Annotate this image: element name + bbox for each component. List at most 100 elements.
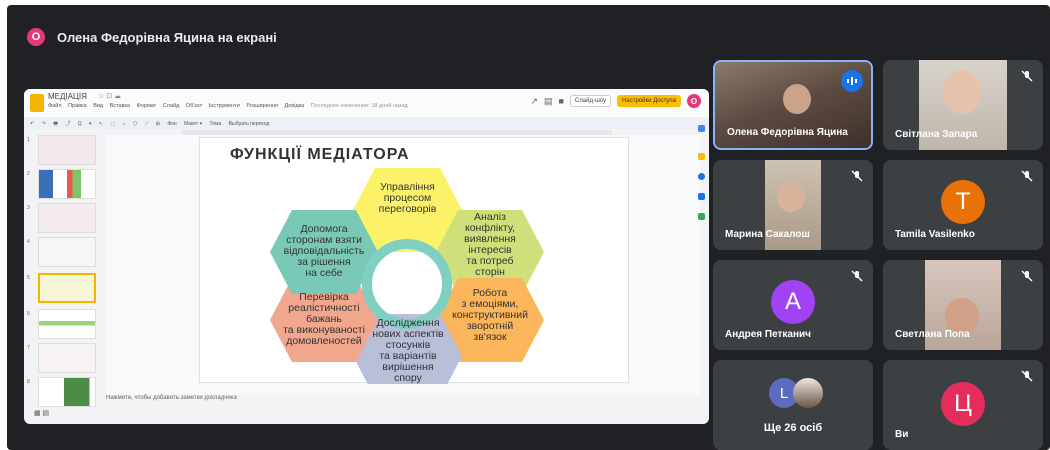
participant-tile-speaking[interactable]: Олена Федорівна Яцина xyxy=(713,60,873,150)
menu-item-view[interactable]: Вид xyxy=(93,103,103,109)
share-access-button[interactable]: Настройки Доступа xyxy=(617,95,681,107)
grid-view-icon[interactable]: ▦ ▤ xyxy=(34,409,49,417)
slide-thumbnail[interactable] xyxy=(38,343,96,373)
slides-toolbar: ↶ ↷ 🖶 ⤴ Q ▾ ↖ ⬚ ⌂ ⬡ ⟋ ⊞ Фон Макет ▾ Тема… xyxy=(24,117,709,129)
layout-button[interactable]: Макет ▾ xyxy=(184,121,202,127)
account-avatar[interactable]: О xyxy=(687,94,701,108)
speaker-notes[interactable]: Нажмите, чтобы добавить заметки докладчи… xyxy=(106,395,237,401)
mic-off-icon xyxy=(851,170,863,182)
textbox-icon[interactable]: ⬚ xyxy=(111,121,116,127)
slide-canvas: ФУНКЦІЇ МЕДІАТОРА Управління процесом пере… xyxy=(106,135,700,395)
current-slide[interactable]: ФУНКЦІЇ МЕДІАТОРА Управління процесом пере… xyxy=(199,137,629,384)
zoom-icon[interactable]: Q xyxy=(78,121,82,127)
last-edit-status[interactable]: Последнее изменение: 18 дней назад xyxy=(311,103,408,109)
zoom-dropdown-icon[interactable]: ▾ xyxy=(89,121,92,127)
meet-window: О Олена Федорівна Яцина на екрані МЕДІАЦ… xyxy=(7,5,1050,450)
slides-logo-icon[interactable] xyxy=(30,94,44,112)
document-title[interactable]: МЕДІАЦІЯ xyxy=(48,92,87,101)
slide-thumbnail[interactable] xyxy=(38,377,96,407)
theme-button[interactable]: Тема xyxy=(210,121,222,127)
mic-off-icon xyxy=(851,270,863,282)
menu-item-file[interactable]: Файл xyxy=(48,103,62,109)
self-avatar: Ц xyxy=(941,382,985,426)
participant-name: Андрея Петканич xyxy=(725,329,811,340)
slide-filmstrip: 1 2 3 4 5 6 7 8 xyxy=(24,133,102,413)
mic-off-icon xyxy=(1021,270,1033,282)
menu-item-extensions[interactable]: Розширення xyxy=(246,103,278,109)
menu-item-tools[interactable]: Інструменти xyxy=(209,103,240,109)
print-icon[interactable]: 🖶 xyxy=(53,121,58,127)
slide-thumbnail-active[interactable] xyxy=(38,273,96,303)
image-icon[interactable]: ⌂ xyxy=(123,121,126,127)
line-icon[interactable]: ⟋ xyxy=(145,121,149,127)
participant-tile[interactable]: А Андрея Петканич xyxy=(713,260,873,350)
hex-lower-left-text: Перевірка реалістичності бажань та виконува… xyxy=(283,291,365,347)
shape-icon[interactable]: ⬡ xyxy=(133,121,137,127)
thumb-number: 3 xyxy=(27,205,30,211)
hex-upper-left-text: Допомога сторонам взяти відповідальність за… xyxy=(283,223,365,279)
participant-avatar: T xyxy=(941,180,985,224)
thumb-number: 8 xyxy=(27,379,30,385)
menu-item-edit[interactable]: Правка xyxy=(68,103,87,109)
participant-name: Tamila Vasilenko xyxy=(895,229,975,240)
header-actions: ↗ ▤ ■ Слайд-шоу Настройки Доступа О xyxy=(530,94,701,108)
thumb-number: 5 xyxy=(27,275,30,281)
redo-icon[interactable]: ↷ xyxy=(42,121,46,127)
participant-name: Світлана Запара xyxy=(895,129,978,140)
contacts-icon[interactable] xyxy=(698,193,705,200)
presenter-avatar: О xyxy=(27,28,45,46)
more-participants-label: Ще 26 осіб xyxy=(763,422,823,434)
menu-item-format[interactable]: Формат xyxy=(137,103,157,109)
participant-avatar: А xyxy=(771,280,815,324)
participant-tile[interactable]: Марина Сакалош xyxy=(713,160,873,250)
presenting-label: Олена Федорівна Яцина на екрані xyxy=(57,29,277,45)
thumb-number: 7 xyxy=(27,345,30,351)
participant-photo-avatar xyxy=(793,378,823,408)
side-panel-icons xyxy=(696,119,709,379)
slides-header: МЕДІАЦІЯ ☆ ⊡ ☁ Файл Правка Вид Вставка Ф… xyxy=(24,89,709,117)
menu-item-object[interactable]: Обʼєкт xyxy=(186,103,202,109)
paint-format-icon[interactable]: ⤴ xyxy=(65,121,70,127)
slide-thumbnail[interactable] xyxy=(38,309,96,339)
participant-tile[interactable]: T Tamila Vasilenko xyxy=(883,160,1043,250)
hex-upper-right-text: Аналіз конфлікту, виявлення інтересів та пот… xyxy=(464,211,516,278)
undo-icon[interactable]: ↶ xyxy=(30,121,34,127)
comment-add-icon[interactable]: ⊞ xyxy=(156,121,160,127)
menu-item-insert[interactable]: Вставка xyxy=(110,103,130,109)
activity-icon[interactable]: ↗ xyxy=(530,96,538,107)
participant-name: Олена Федорівна Яцина xyxy=(727,127,848,138)
hex-top-text: Управління процесом переговорів xyxy=(378,181,437,215)
participant-tile[interactable]: Светлана Попа xyxy=(883,260,1043,350)
background-button[interactable]: Фон xyxy=(167,121,176,127)
meet-icon[interactable]: ■ xyxy=(558,96,563,106)
participant-name: Марина Сакалош xyxy=(725,229,810,240)
comments-icon[interactable]: ▤ xyxy=(544,96,553,107)
mic-off-icon xyxy=(1021,170,1033,182)
presenting-banner: О Олена Федорівна Яцина на екрані xyxy=(27,24,277,50)
mic-off-icon xyxy=(1021,70,1033,82)
tasks-icon[interactable] xyxy=(698,173,705,180)
menu-bar: Файл Правка Вид Вставка Формат Слайд Обʼ… xyxy=(48,103,413,109)
shared-screen[interactable]: МЕДІАЦІЯ ☆ ⊡ ☁ Файл Правка Вид Вставка Ф… xyxy=(24,89,709,424)
slide-thumbnail[interactable] xyxy=(38,135,96,165)
calendar-icon[interactable] xyxy=(698,125,705,132)
transition-button[interactable]: Выбрать переход xyxy=(229,121,270,127)
slide-thumbnail[interactable] xyxy=(38,203,96,233)
menu-item-help[interactable]: Довідка xyxy=(284,103,304,109)
thumb-number: 4 xyxy=(27,239,30,245)
menu-item-slide[interactable]: Слайд xyxy=(163,103,180,109)
maps-icon[interactable] xyxy=(698,213,705,220)
self-tile[interactable]: Ц Ви xyxy=(883,360,1043,450)
slide-thumbnail[interactable] xyxy=(38,169,96,199)
more-participants-tile[interactable]: L Ще 26 осіб xyxy=(713,360,873,450)
self-name: Ви xyxy=(895,429,909,440)
speaking-indicator-icon xyxy=(841,70,863,92)
slide-thumbnail[interactable] xyxy=(38,237,96,267)
thumb-number: 6 xyxy=(27,311,30,317)
select-icon[interactable]: ↖ xyxy=(99,121,103,127)
title-actions-icons[interactable]: ☆ ⊡ ☁ xyxy=(98,92,121,100)
keep-icon[interactable] xyxy=(698,153,705,160)
mic-off-icon xyxy=(1021,370,1033,382)
slideshow-button[interactable]: Слайд-шоу xyxy=(569,95,612,107)
participant-tile[interactable]: Світлана Запара xyxy=(883,60,1043,150)
